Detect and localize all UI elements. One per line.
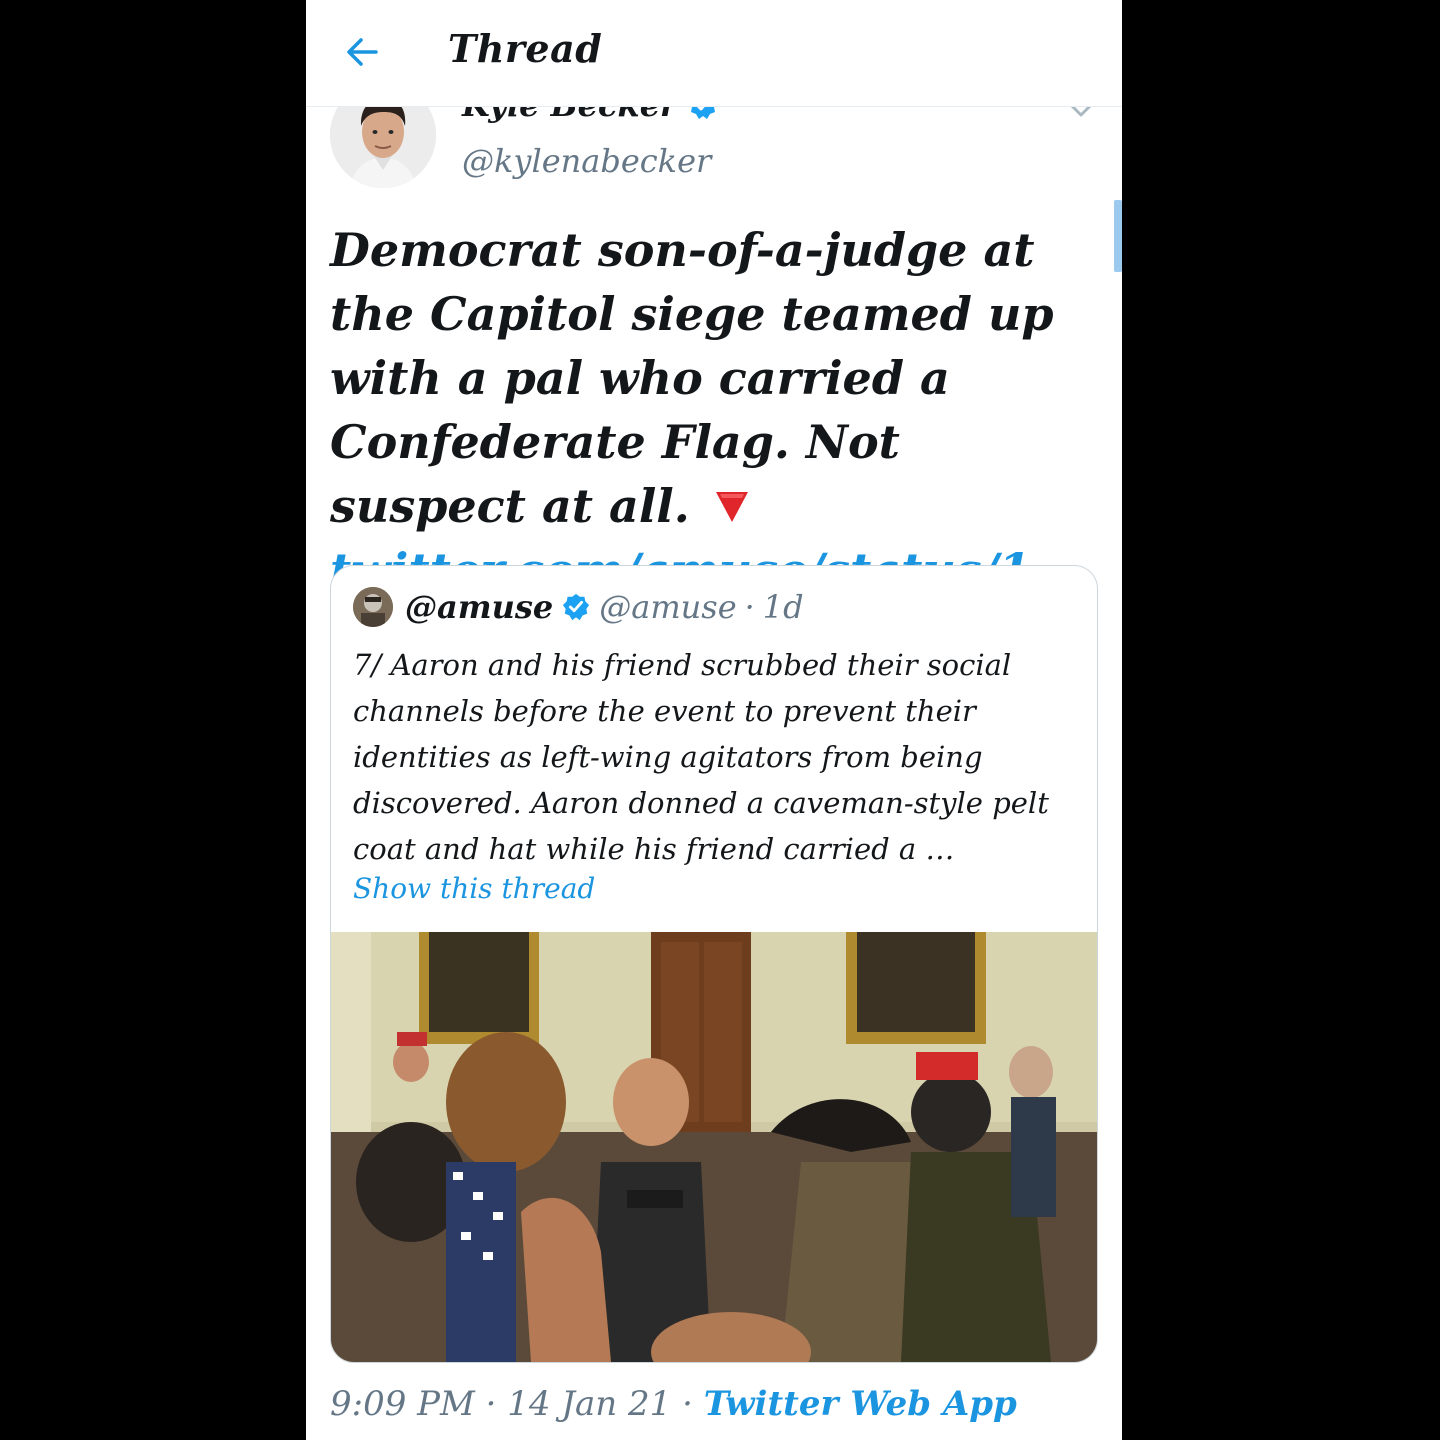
author-handle[interactable]: @kylenabecker bbox=[462, 142, 711, 180]
quoted-timestamp[interactable]: 1d bbox=[763, 588, 804, 626]
capitol-crowd-photo bbox=[331, 932, 1097, 1362]
quoted-separator: · bbox=[744, 588, 755, 626]
back-button[interactable] bbox=[338, 28, 386, 76]
quoted-tweet-text: 7/ Aaron and his friend scrubbed their s… bbox=[353, 648, 1049, 866]
meta-separator: · bbox=[682, 1384, 693, 1424]
quoted-author-avatar[interactable] bbox=[353, 587, 393, 627]
meta-separator: · bbox=[485, 1384, 497, 1424]
tweet-time: 9:09 PM bbox=[330, 1384, 475, 1424]
tweet-metadata: 9:09 PM · 14 Jan 21 · Twitter Web App bbox=[330, 1384, 1017, 1424]
quoted-tweet-photo[interactable] bbox=[331, 932, 1097, 1362]
tweet-body: Democrat son-of-a-judge at the Capitol s… bbox=[330, 223, 1054, 533]
scrollbar-thumb[interactable] bbox=[1114, 200, 1122, 272]
tweet-date: 14 Jan 21 bbox=[507, 1384, 672, 1424]
arrow-left-icon bbox=[347, 38, 378, 66]
show-thread-link[interactable]: Show this thread bbox=[353, 872, 595, 905]
red-triangle-down-icon bbox=[715, 492, 748, 522]
quoted-tweet-card[interactable]: @amuse @amuse · 1d 7/ Aaron and his frie… bbox=[330, 565, 1098, 1363]
page-title: Thread bbox=[448, 26, 603, 71]
tweet-source-link[interactable]: Twitter Web App bbox=[704, 1384, 1017, 1424]
verified-badge-icon bbox=[563, 593, 590, 621]
quoted-author-name[interactable]: @amuse bbox=[405, 588, 553, 626]
quoted-avatar-image bbox=[353, 587, 393, 627]
top-app-bar: Thread bbox=[306, 0, 1122, 107]
tweet-text: Democrat son-of-a-judge at the Capitol s… bbox=[330, 218, 1090, 602]
quoted-author-handle[interactable]: @amuse bbox=[599, 588, 736, 626]
phone-screen: Thread Kyle Becker @kylenabecker Democra… bbox=[306, 0, 1122, 1440]
quoted-tweet-header: @amuse @amuse · 1d bbox=[353, 586, 804, 628]
